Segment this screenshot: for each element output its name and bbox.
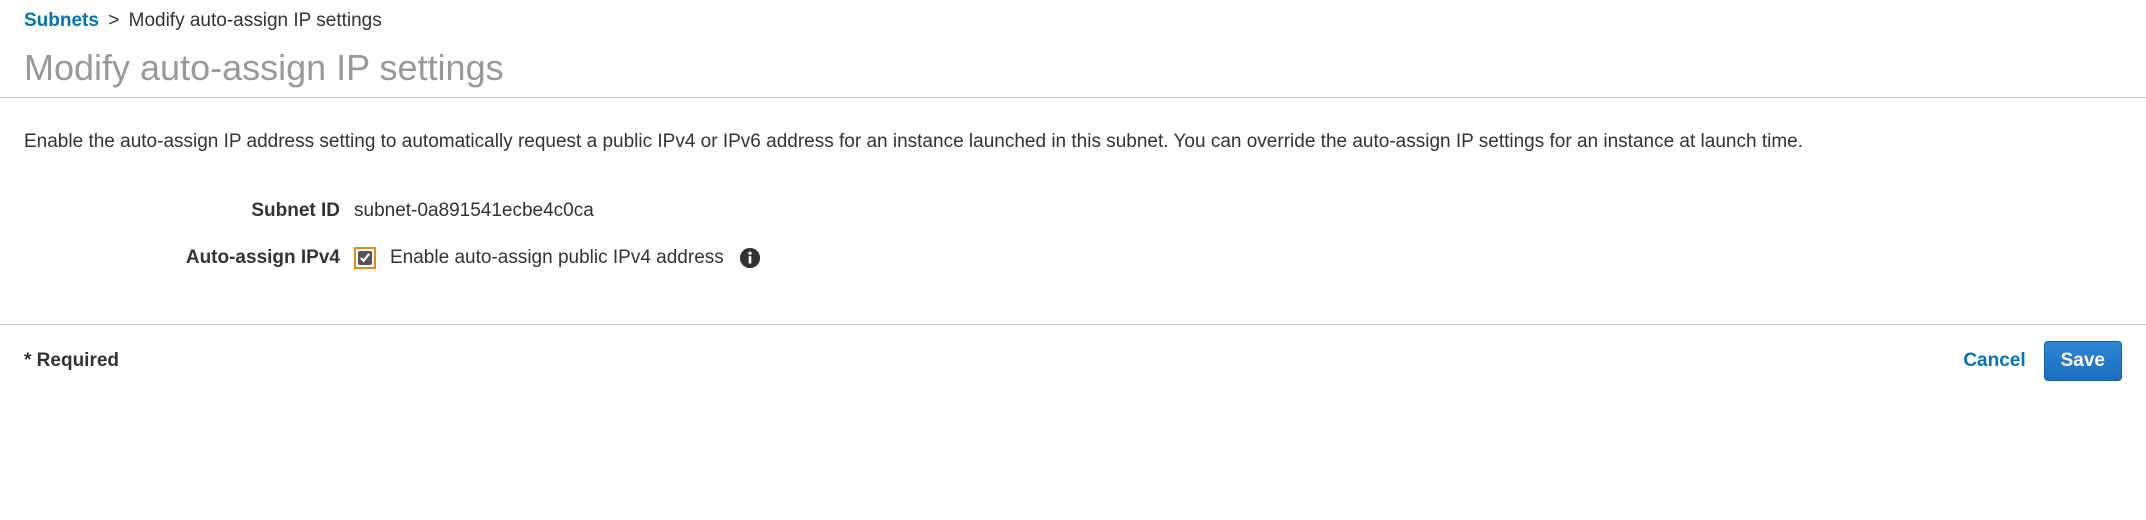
auto-assign-ipv4-checkbox-label: Enable auto-assign public IPv4 address: [390, 247, 724, 269]
breadcrumb-parent-link[interactable]: Subnets: [24, 10, 99, 31]
auto-assign-ipv4-row: Auto-assign IPv4 Enable auto-assign publ…: [24, 246, 2122, 270]
subnet-id-value: subnet-0a891541ecbe4c0ca: [354, 200, 594, 222]
subnet-id-row: Subnet ID subnet-0a891541ecbe4c0ca: [24, 200, 2122, 222]
save-button[interactable]: Save: [2044, 341, 2122, 381]
subnet-id-label: Subnet ID: [24, 200, 354, 222]
page-title: Modify auto-assign IP settings: [0, 47, 2146, 97]
footer: * Required Cancel Save: [0, 325, 2146, 397]
info-icon[interactable]: [738, 246, 762, 270]
form-area: Subnet ID subnet-0a891541ecbe4c0ca Auto-…: [0, 166, 2146, 324]
auto-assign-ipv4-label: Auto-assign IPv4: [24, 247, 354, 269]
breadcrumb: Subnets > Modify auto-assign IP settings: [0, 10, 2146, 47]
auto-assign-ipv4-checkbox[interactable]: [358, 251, 372, 265]
cancel-button[interactable]: Cancel: [1963, 350, 2025, 372]
page-description: Enable the auto-assign IP address settin…: [0, 98, 2146, 166]
auto-assign-ipv4-checkbox-wrapper[interactable]: [354, 247, 376, 269]
breadcrumb-separator: >: [108, 10, 119, 31]
required-note: * Required: [24, 350, 119, 372]
footer-actions: Cancel Save: [1963, 341, 2122, 381]
breadcrumb-current: Modify auto-assign IP settings: [129, 10, 382, 31]
